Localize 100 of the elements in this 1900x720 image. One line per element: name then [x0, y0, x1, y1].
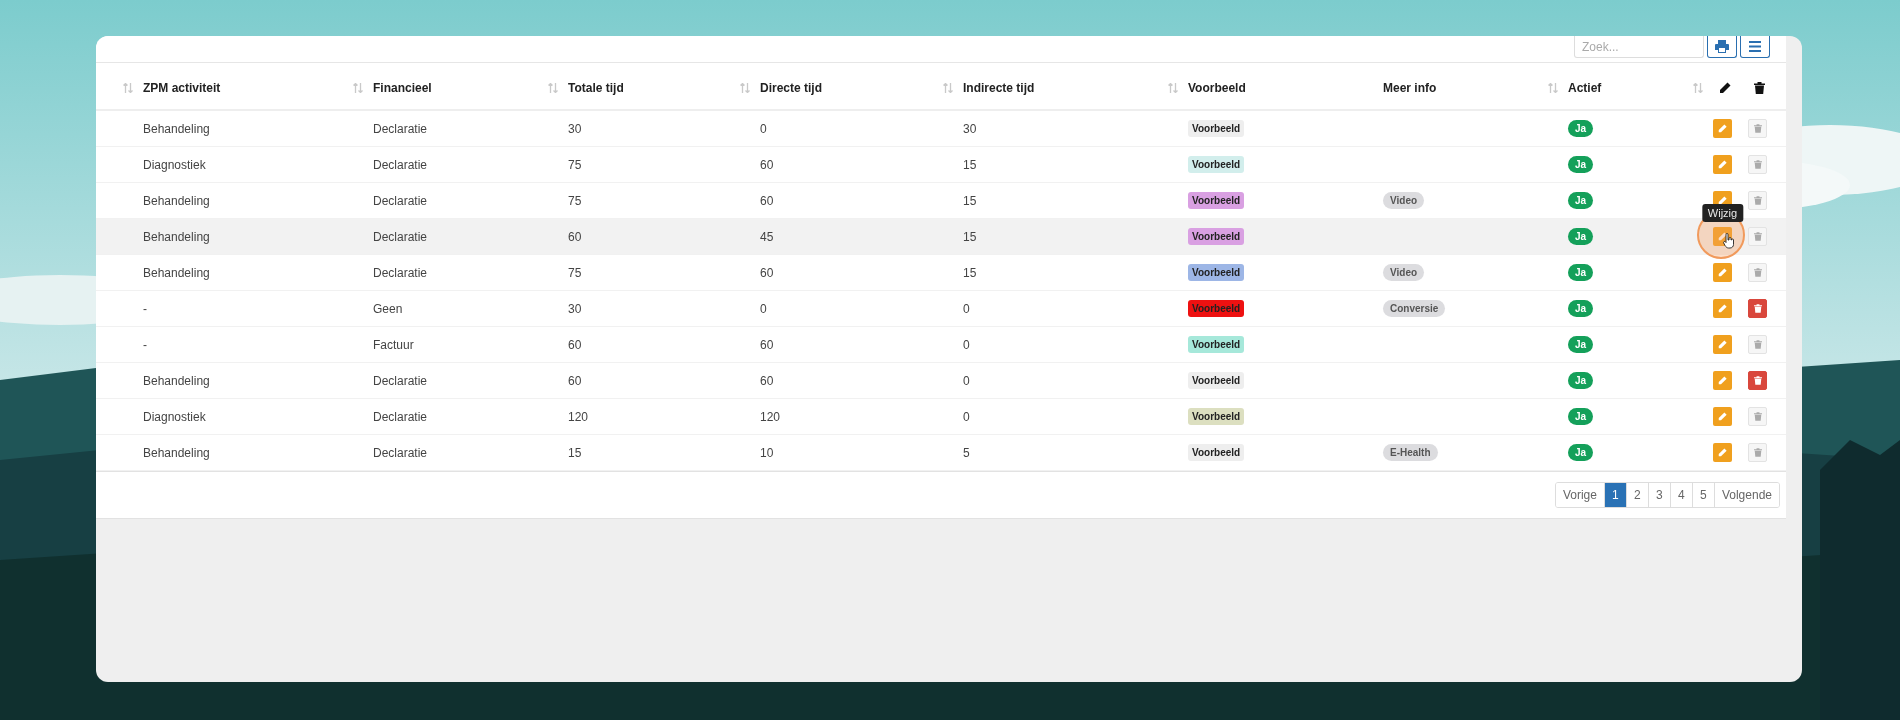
- example-tag: Voorbeeld: [1188, 336, 1245, 353]
- active-status: Ja: [1568, 300, 1594, 317]
- trash-icon: [1753, 232, 1762, 241]
- table-cell: Geen: [373, 301, 403, 316]
- column-header[interactable]: Voorbeeld: [1188, 81, 1246, 95]
- column-header[interactable]: Indirecte tijd: [963, 81, 1035, 95]
- active-status: Ja: [1568, 444, 1594, 461]
- example-tag: Voorbeeld: [1188, 300, 1245, 317]
- table-cell: 0: [963, 301, 970, 316]
- page-button[interactable]: 1: [1603, 483, 1626, 507]
- column-header[interactable]: Actief: [1568, 81, 1602, 95]
- sort-icon[interactable]: [1168, 83, 1178, 93]
- active-status: Ja: [1568, 156, 1594, 173]
- table-cell: Behandeling: [143, 121, 210, 136]
- example-tag: Voorbeeld: [1188, 120, 1245, 137]
- table-cell: Diagnostiek: [143, 157, 206, 172]
- table-cell: Declaratie: [373, 121, 428, 136]
- columns-button[interactable]: [1740, 36, 1770, 58]
- column-header[interactable]: Directe tijd: [760, 81, 822, 95]
- delete-button[interactable]: [1748, 371, 1767, 390]
- table-cell: 15: [963, 265, 977, 280]
- sort-icon[interactable]: [548, 83, 558, 93]
- sort-icon[interactable]: [123, 83, 133, 93]
- pencil-icon: [1718, 448, 1727, 457]
- active-status: Ja: [1568, 336, 1594, 353]
- table-cell: 45: [760, 229, 774, 244]
- trash-icon: [1753, 340, 1762, 349]
- table-cell: 0: [963, 409, 970, 424]
- info-tag: Video: [1383, 264, 1425, 281]
- pencil-icon: [1718, 124, 1727, 133]
- table-cell: 5: [963, 445, 970, 460]
- trash-icon: [1753, 196, 1762, 205]
- tooltip: Wijzig: [1701, 204, 1744, 222]
- table-cell: -: [143, 337, 147, 352]
- table-cell: Behandeling: [143, 265, 210, 280]
- table-cell: -: [143, 301, 147, 316]
- table-cell: 60: [568, 229, 582, 244]
- sort-icon[interactable]: [943, 83, 953, 93]
- table-cell: 60: [568, 337, 582, 352]
- pencil-icon: [1718, 340, 1727, 349]
- print-button[interactable]: [1707, 36, 1737, 58]
- trash-icon: [1754, 82, 1765, 94]
- column-header[interactable]: Totale tijd: [568, 81, 624, 95]
- table-cell: 0: [963, 337, 970, 352]
- table-cell: 10: [760, 445, 774, 460]
- table-cell: 30: [568, 301, 582, 316]
- table-cell: 60: [568, 373, 582, 388]
- table-cell: 15: [963, 157, 977, 172]
- column-header[interactable]: Financieel: [373, 81, 432, 95]
- info-tag: Conversie: [1383, 300, 1446, 317]
- trash-icon: [1753, 304, 1762, 313]
- info-tag: Video: [1383, 192, 1425, 209]
- active-status: Ja: [1568, 228, 1594, 245]
- pencil-icon: [1718, 376, 1727, 385]
- table-cell: 60: [760, 157, 774, 172]
- pencil-icon: [1718, 304, 1727, 313]
- next-page-button[interactable]: Volgende: [1713, 483, 1779, 507]
- active-status: Ja: [1568, 264, 1594, 281]
- table-cell: 15: [568, 445, 582, 460]
- table-cell: 60: [760, 193, 774, 208]
- menu-icon: [1749, 41, 1761, 52]
- table-cell: 120: [760, 409, 781, 424]
- example-tag: Voorbeeld: [1188, 228, 1245, 245]
- column-header[interactable]: Meer info: [1383, 81, 1437, 95]
- pencil-icon: [1718, 160, 1727, 169]
- table-cell: Diagnostiek: [143, 409, 206, 424]
- table-cell: 75: [568, 157, 582, 172]
- sort-icon[interactable]: [1693, 83, 1703, 93]
- table-cell: 120: [568, 409, 589, 424]
- table-cell: Behandeling: [143, 373, 210, 388]
- example-tag: Voorbeeld: [1188, 444, 1245, 461]
- column-header[interactable]: ZPM activiteit: [143, 81, 221, 95]
- pencil-icon: [1718, 268, 1727, 277]
- trash-icon: [1753, 412, 1762, 421]
- table-cell: Behandeling: [143, 445, 210, 460]
- table-cell: 30: [568, 121, 582, 136]
- pencil-icon: [1718, 412, 1727, 421]
- table-cell: 0: [963, 373, 970, 388]
- table-cell: 60: [760, 373, 774, 388]
- active-status: Ja: [1568, 372, 1594, 389]
- table-cell: 15: [963, 229, 977, 244]
- sort-icon[interactable]: [740, 83, 750, 93]
- search-field[interactable]: Zoek...: [1574, 36, 1704, 58]
- table-cell: Declaratie: [373, 157, 428, 172]
- table-cell: 0: [760, 301, 767, 316]
- example-tag: Voorbeeld: [1188, 372, 1245, 389]
- trash-icon: [1753, 268, 1762, 277]
- sort-icon[interactable]: [1548, 83, 1558, 93]
- table-cell: Behandeling: [143, 193, 210, 208]
- trash-icon: [1753, 124, 1762, 133]
- sort-icon[interactable]: [353, 83, 363, 93]
- table-cell: Declaratie: [373, 445, 428, 460]
- table-cell: 75: [568, 193, 582, 208]
- table-cell: 60: [760, 265, 774, 280]
- delete-button[interactable]: [1748, 299, 1767, 318]
- table-cell: Declaratie: [373, 373, 428, 388]
- trash-icon: [1753, 160, 1762, 169]
- example-tag: Voorbeeld: [1188, 264, 1245, 281]
- table-cell: 75: [568, 265, 582, 280]
- example-tag: Voorbeeld: [1188, 192, 1245, 209]
